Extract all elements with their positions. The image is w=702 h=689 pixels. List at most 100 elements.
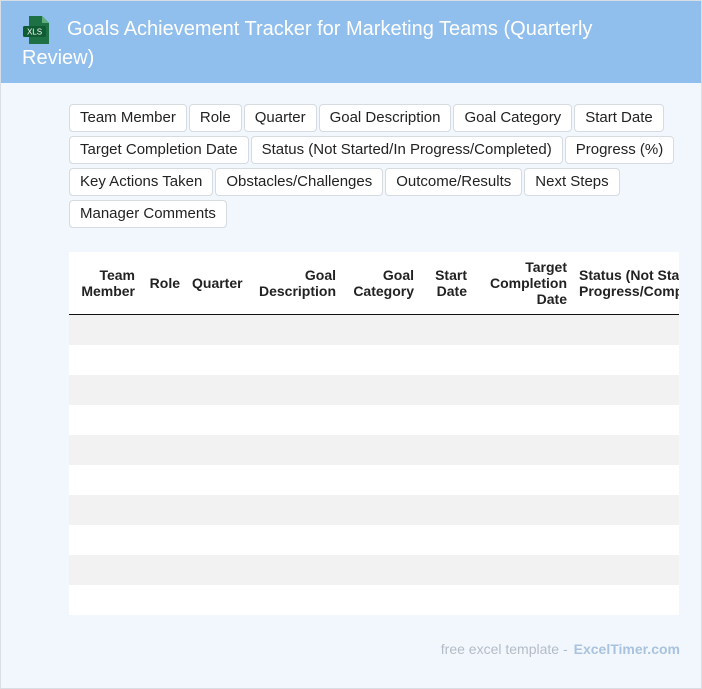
table-cell[interactable]: [247, 555, 342, 585]
table-cell[interactable]: [141, 435, 186, 465]
column-header-goal-category[interactable]: Goal Category: [342, 252, 420, 315]
table-cell[interactable]: [186, 495, 247, 525]
table-cell[interactable]: [247, 525, 342, 555]
footer-brand-link[interactable]: ExcelTimer.com: [574, 641, 680, 657]
table-cell[interactable]: [342, 375, 420, 405]
column-header-status[interactable]: Status (Not Started/In Progress/Complete…: [573, 252, 679, 315]
table-cell[interactable]: [420, 405, 473, 435]
table-cell[interactable]: [186, 345, 247, 375]
tracker-table-container[interactable]: Team Member Role Quarter Goal Descriptio…: [69, 252, 679, 615]
chip-next-steps[interactable]: Next Steps: [524, 168, 620, 196]
table-cell[interactable]: [69, 465, 141, 495]
chip-goal-category[interactable]: Goal Category: [453, 104, 573, 132]
table-cell[interactable]: [186, 525, 247, 555]
table-cell[interactable]: [342, 314, 420, 345]
chip-start-date[interactable]: Start Date: [574, 104, 664, 132]
table-cell[interactable]: [573, 375, 679, 405]
table-cell[interactable]: [342, 555, 420, 585]
table-cell[interactable]: [186, 435, 247, 465]
chip-outcome-results[interactable]: Outcome/Results: [385, 168, 523, 196]
table-cell[interactable]: [420, 585, 473, 615]
table-cell[interactable]: [473, 465, 573, 495]
table-cell[interactable]: [69, 435, 141, 465]
table-cell[interactable]: [473, 435, 573, 465]
table-cell[interactable]: [342, 465, 420, 495]
table-cell[interactable]: [186, 555, 247, 585]
column-header-start-date[interactable]: Start Date: [420, 252, 473, 315]
table-cell[interactable]: [573, 314, 679, 345]
table-cell[interactable]: [342, 435, 420, 465]
table-cell[interactable]: [247, 345, 342, 375]
table-cell[interactable]: [573, 435, 679, 465]
chip-quarter[interactable]: Quarter: [243, 104, 317, 132]
table-cell[interactable]: [473, 375, 573, 405]
table-cell[interactable]: [420, 345, 473, 375]
table-cell[interactable]: [186, 465, 247, 495]
table-cell[interactable]: [342, 405, 420, 435]
table-cell[interactable]: [420, 465, 473, 495]
chip-team-member[interactable]: Team Member: [69, 104, 187, 132]
table-cell[interactable]: [247, 465, 342, 495]
table-cell[interactable]: [573, 555, 679, 585]
table-cell[interactable]: [342, 345, 420, 375]
table-cell[interactable]: [141, 495, 186, 525]
chip-manager-comments[interactable]: Manager Comments: [69, 200, 227, 228]
table-cell[interactable]: [247, 585, 342, 615]
table-cell[interactable]: [141, 585, 186, 615]
table-cell[interactable]: [473, 495, 573, 525]
table-cell[interactable]: [342, 495, 420, 525]
table-cell[interactable]: [69, 555, 141, 585]
table-cell[interactable]: [141, 405, 186, 435]
table-cell[interactable]: [69, 495, 141, 525]
table-cell[interactable]: [141, 465, 186, 495]
table-cell[interactable]: [247, 375, 342, 405]
table-cell[interactable]: [69, 405, 141, 435]
table-cell[interactable]: [473, 525, 573, 555]
table-cell[interactable]: [186, 375, 247, 405]
column-header-quarter[interactable]: Quarter: [186, 252, 247, 315]
column-header-team-member[interactable]: Team Member: [69, 252, 141, 315]
table-cell[interactable]: [573, 525, 679, 555]
table-cell[interactable]: [247, 405, 342, 435]
chip-progress[interactable]: Progress (%): [564, 136, 675, 164]
column-header-goal-description[interactable]: Goal Description: [247, 252, 342, 315]
table-cell[interactable]: [420, 525, 473, 555]
table-cell[interactable]: [420, 495, 473, 525]
table-cell[interactable]: [473, 585, 573, 615]
table-cell[interactable]: [420, 375, 473, 405]
table-cell[interactable]: [473, 314, 573, 345]
chip-goal-description[interactable]: Goal Description: [318, 104, 452, 132]
table-cell[interactable]: [141, 525, 186, 555]
table-cell[interactable]: [473, 345, 573, 375]
table-cell[interactable]: [141, 314, 186, 345]
table-cell[interactable]: [69, 375, 141, 405]
table-cell[interactable]: [342, 585, 420, 615]
table-cell[interactable]: [573, 495, 679, 525]
table-cell[interactable]: [141, 555, 186, 585]
table-cell[interactable]: [420, 314, 473, 345]
table-cell[interactable]: [186, 585, 247, 615]
table-cell[interactable]: [342, 525, 420, 555]
chip-target-completion-date[interactable]: Target Completion Date: [69, 136, 249, 164]
table-cell[interactable]: [473, 555, 573, 585]
chip-status[interactable]: Status (Not Started/In Progress/Complete…: [250, 136, 563, 164]
table-cell[interactable]: [141, 345, 186, 375]
table-cell[interactable]: [69, 525, 141, 555]
column-header-role[interactable]: Role: [141, 252, 186, 315]
table-cell[interactable]: [247, 495, 342, 525]
table-cell[interactable]: [420, 555, 473, 585]
table-cell[interactable]: [247, 314, 342, 345]
chip-obstacles-challenges[interactable]: Obstacles/Challenges: [215, 168, 384, 196]
table-cell[interactable]: [69, 314, 141, 345]
table-cell[interactable]: [473, 405, 573, 435]
table-cell[interactable]: [69, 585, 141, 615]
chip-key-actions-taken[interactable]: Key Actions Taken: [69, 168, 214, 196]
table-cell[interactable]: [573, 345, 679, 375]
table-cell[interactable]: [573, 405, 679, 435]
column-header-target-completion-date[interactable]: Target Completion Date: [473, 252, 573, 315]
table-cell[interactable]: [141, 375, 186, 405]
table-cell[interactable]: [186, 405, 247, 435]
table-cell[interactable]: [573, 465, 679, 495]
table-cell[interactable]: [247, 435, 342, 465]
table-cell[interactable]: [573, 585, 679, 615]
